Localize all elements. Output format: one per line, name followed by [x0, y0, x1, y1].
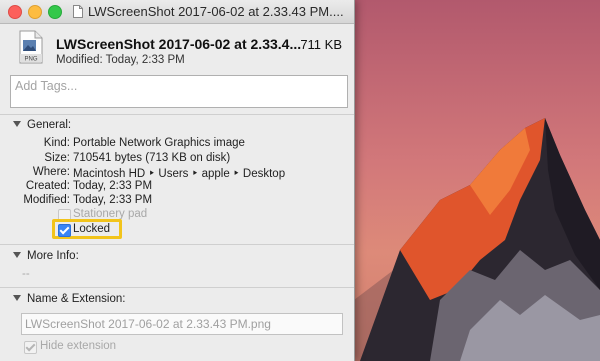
minimize-button[interactable] — [28, 5, 42, 19]
locked-label: Locked — [73, 223, 111, 235]
section-general-toggle[interactable]: General: — [13, 119, 71, 131]
hide-extension-label: Hide extension — [40, 340, 117, 352]
tags-field[interactable]: Add Tags... — [10, 75, 348, 108]
kind-value: Portable Network Graphics image — [73, 137, 245, 149]
name-extension-field[interactable]: LWScreenShot 2017-06-02 at 2.33.43 PM.pn… — [21, 313, 343, 335]
file-name: LWScreenShot 2017-06-02 at 2.33.4... — [56, 36, 302, 52]
hide-extension-checkbox[interactable] — [24, 341, 37, 354]
where-value: Macintosh HD ‣ Users ‣ apple ‣ Desktop — [73, 168, 286, 180]
locked-checkbox[interactable] — [58, 224, 71, 237]
title-bar: LWScreenShot 2017-06-02 at 2.33.43 PM...… — [0, 0, 354, 24]
section-name-extension-title: Name & Extension: — [27, 293, 126, 305]
modified-summary: Modified: Today, 2:33 PM — [56, 54, 185, 66]
disclosure-open-icon — [13, 295, 21, 301]
zoom-button[interactable] — [48, 5, 62, 19]
section-divider — [0, 114, 354, 115]
created-label: Created: — [25, 180, 70, 192]
where-label: Where: — [32, 166, 70, 178]
disclosure-open-icon — [13, 252, 21, 258]
window-title: LWScreenShot 2017-06-02 at 2.33.43 PM...… — [88, 4, 344, 19]
get-info-window: LWScreenShot 2017-06-02 at 2.33.43 PM...… — [0, 0, 355, 361]
section-more-info-toggle[interactable]: More Info: — [13, 250, 79, 262]
size-label: Size: — [44, 152, 70, 164]
tags-placeholder: Add Tags... — [15, 79, 78, 93]
close-button[interactable] — [8, 5, 22, 19]
icon-badge-text: PNG — [24, 57, 37, 63]
section-general-title: General: — [27, 119, 72, 131]
size-value: 710541 bytes (713 KB on disk) — [73, 152, 231, 164]
modified-value: Today, 2:33 PM — [73, 194, 153, 206]
section-more-info-title: More Info: — [27, 250, 79, 262]
png-file-icon: PNG — [19, 30, 43, 64]
section-name-extension-toggle[interactable]: Name & Extension: — [13, 293, 125, 305]
document-icon — [73, 5, 83, 18]
kind-label: Kind: — [43, 137, 70, 149]
created-value: Today, 2:33 PM — [73, 180, 153, 192]
more-info-value: -- — [22, 268, 30, 280]
file-size: 711 KB — [300, 37, 342, 52]
name-extension-value: LWScreenShot 2017-06-02 at 2.33.43 PM.pn… — [25, 317, 271, 331]
disclosure-open-icon — [13, 121, 21, 127]
modified-label: Modified: — [23, 194, 70, 206]
section-divider — [0, 287, 354, 288]
section-divider — [0, 244, 354, 245]
